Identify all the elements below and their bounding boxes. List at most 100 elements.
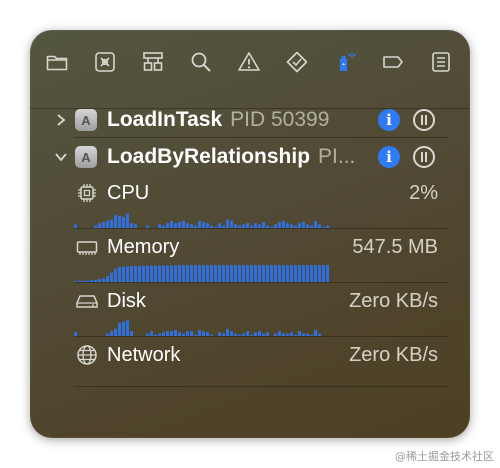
process-row-loadbyrelationship[interactable]: A LoadByRelationship PI... i [30, 142, 470, 172]
memory-sparkline-bar [218, 265, 221, 282]
memory-sparkline-bar [254, 265, 257, 282]
memory-sparkline-bar [130, 266, 133, 282]
memory-sparkline-bar [238, 265, 241, 282]
memory-sparkline-bar [190, 265, 193, 282]
memory-sparkline-bar [242, 265, 245, 282]
debug-spray-icon[interactable] [332, 49, 358, 75]
disk-icon [76, 290, 98, 312]
disk-sparkline-bar [114, 328, 117, 336]
memory-sparkline-bar [266, 265, 269, 282]
chevron-right-icon[interactable] [54, 113, 68, 127]
cpu-sparkline-bar [126, 213, 129, 228]
row-divider [74, 386, 448, 387]
memory-sparkline-bar [250, 265, 253, 282]
cpu-sparkline-bar [110, 219, 113, 228]
metric-memory[interactable]: Memory 547.5 MB [30, 232, 470, 284]
breakpoint-navigator-icon[interactable] [92, 49, 118, 75]
memory-sparkline-bar [230, 265, 233, 282]
memory-sparkline-bar [262, 265, 265, 282]
process-name: LoadByRelationship PI... [107, 145, 356, 168]
memory-sparkline-bar [302, 265, 305, 282]
pause-button[interactable] [413, 109, 435, 131]
globe-icon [76, 344, 98, 366]
memory-sparkline-bar [318, 265, 321, 282]
process-name: LoadInTask PID 50399 [107, 108, 330, 131]
memory-sparkline-bar [174, 265, 177, 282]
disk-sparkline-bar [126, 320, 129, 336]
memory-sparkline-bar [210, 265, 213, 282]
metric-cpu[interactable]: CPU 2% [30, 178, 470, 230]
cpu-sparkline-bar [118, 216, 121, 228]
info-icon[interactable]: i [378, 109, 400, 131]
app-icon: A [75, 146, 97, 168]
search-icon[interactable] [188, 49, 214, 75]
row-divider [74, 137, 448, 138]
memory-sparkline-bar [126, 266, 129, 282]
memory-sparkline-bar [150, 265, 153, 282]
metric-disk[interactable]: Disk Zero KB/s [30, 286, 470, 338]
memory-sparkline-bar [258, 265, 261, 282]
pause-button[interactable] [413, 146, 435, 168]
memory-sparkline-bar [122, 266, 125, 282]
memory-sparkline-bar [246, 265, 249, 282]
memory-sparkline-bar [206, 265, 209, 282]
metric-value: 2% [409, 182, 438, 204]
memory-sparkline-bar [178, 265, 181, 282]
memory-sparkline-bar [294, 265, 297, 282]
disk-sparkline-bar [122, 321, 125, 336]
report-list-icon[interactable] [428, 49, 454, 75]
memory-sparkline-bar [186, 265, 189, 282]
cpu-sparkline-bar [226, 219, 229, 228]
cpu-icon [76, 182, 98, 204]
memory-sparkline-bar [282, 265, 285, 282]
cpu-sparkline-bar [182, 220, 185, 228]
app-icon: A [75, 109, 97, 131]
hierarchy-icon[interactable] [140, 49, 166, 75]
memory-sparkline-bar [170, 265, 173, 282]
cpu-sparkline-bar [170, 220, 173, 228]
memory-sparkline-bar [298, 265, 301, 282]
row-divider [74, 228, 448, 229]
chevron-down-icon[interactable] [54, 150, 68, 164]
memory-sparkline-bar [286, 265, 289, 282]
memory-sparkline-bar [198, 265, 201, 282]
row-divider [74, 282, 448, 283]
memory-sparkline-bar [326, 265, 329, 282]
warning-icon[interactable] [236, 49, 262, 75]
cpu-sparkline-bar [122, 217, 125, 228]
memory-sparkline-bar [310, 265, 313, 282]
memory-sparkline-bar [226, 265, 229, 282]
metric-network[interactable]: Network Zero KB/s [30, 340, 470, 392]
cpu-sparkline [74, 213, 329, 228]
memory-sparkline-bar [270, 265, 273, 282]
memory-sparkline-bar [110, 272, 113, 282]
memory-sparkline-bar [134, 265, 137, 282]
cpu-sparkline-bar [282, 220, 285, 228]
memory-sparkline-bar [118, 267, 121, 282]
cpu-sparkline-bar [314, 220, 317, 228]
cpu-sparkline-bar [230, 220, 233, 228]
memory-sparkline-bar [182, 265, 185, 282]
memory-sparkline-bar [214, 265, 217, 282]
disk-sparkline-bar [226, 328, 229, 336]
disk-sparkline [74, 320, 321, 336]
folder-icon[interactable] [44, 49, 70, 75]
process-pid: PID 50399 [230, 108, 330, 131]
memory-sparkline-bar [142, 265, 145, 282]
test-diamond-icon[interactable] [284, 49, 310, 75]
process-row-loadintask[interactable]: A LoadInTask PID 50399 i [30, 105, 470, 135]
row-divider [74, 336, 448, 337]
memory-sparkline-bar [194, 265, 197, 282]
metric-label: Memory [107, 236, 180, 258]
memory-sparkline-bar [278, 265, 281, 282]
tag-icon[interactable] [380, 49, 406, 75]
memory-sparkline-bar [138, 265, 141, 282]
cpu-sparkline-bar [106, 220, 109, 228]
metric-value: 547.5 MB [352, 236, 438, 258]
memory-sparkline-bar [314, 265, 317, 282]
info-icon[interactable]: i [378, 146, 400, 168]
memory-sparkline-bar [154, 265, 157, 282]
memory-sparkline-bar [306, 265, 309, 282]
cpu-sparkline-bar [114, 214, 117, 228]
memory-sparkline-bar [162, 265, 165, 282]
